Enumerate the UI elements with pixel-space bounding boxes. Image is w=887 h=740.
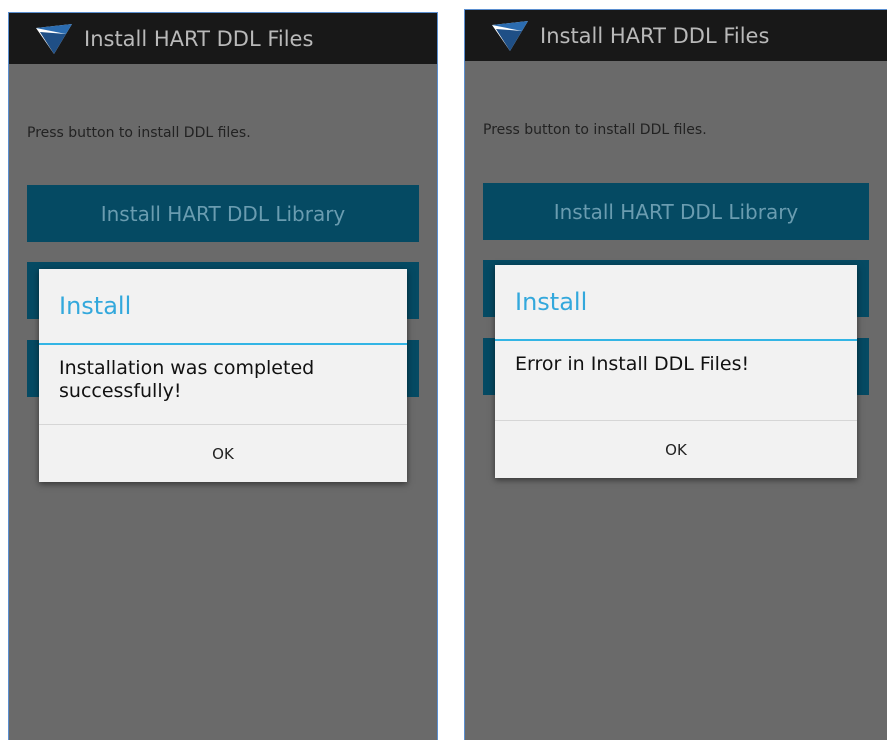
action-bar: Install HART DDL Files bbox=[465, 10, 887, 61]
error-dialog: Install Error in Install DDL Files! OK bbox=[495, 265, 857, 478]
hint-text: Press button to install DDL files. bbox=[483, 122, 707, 138]
ok-button[interactable]: OK bbox=[39, 425, 407, 482]
app-title: Install HART DDL Files bbox=[540, 23, 770, 48]
phone-screen-error: Install HART DDL Files Press button to i… bbox=[464, 9, 887, 740]
ok-button[interactable]: OK bbox=[495, 421, 857, 478]
app-logo-icon bbox=[492, 20, 528, 51]
app-logo-icon bbox=[36, 23, 72, 54]
dialog-message: Installation was completed successfully! bbox=[59, 357, 315, 402]
install-library-button[interactable]: Install HART DDL Library bbox=[483, 183, 869, 240]
dialog-message: Error in Install DDL Files! bbox=[515, 353, 750, 375]
dialog-title: Install bbox=[39, 269, 407, 345]
app-title: Install HART DDL Files bbox=[84, 26, 314, 51]
phone-screen-success: Install HART DDL Files Press button to i… bbox=[8, 12, 438, 740]
hint-text: Press button to install DDL files. bbox=[27, 125, 251, 141]
install-dialog: Install Installation was completed succe… bbox=[39, 269, 407, 482]
action-bar: Install HART DDL Files bbox=[9, 13, 437, 64]
dialog-title: Install bbox=[495, 265, 857, 341]
install-library-button[interactable]: Install HART DDL Library bbox=[27, 185, 419, 242]
